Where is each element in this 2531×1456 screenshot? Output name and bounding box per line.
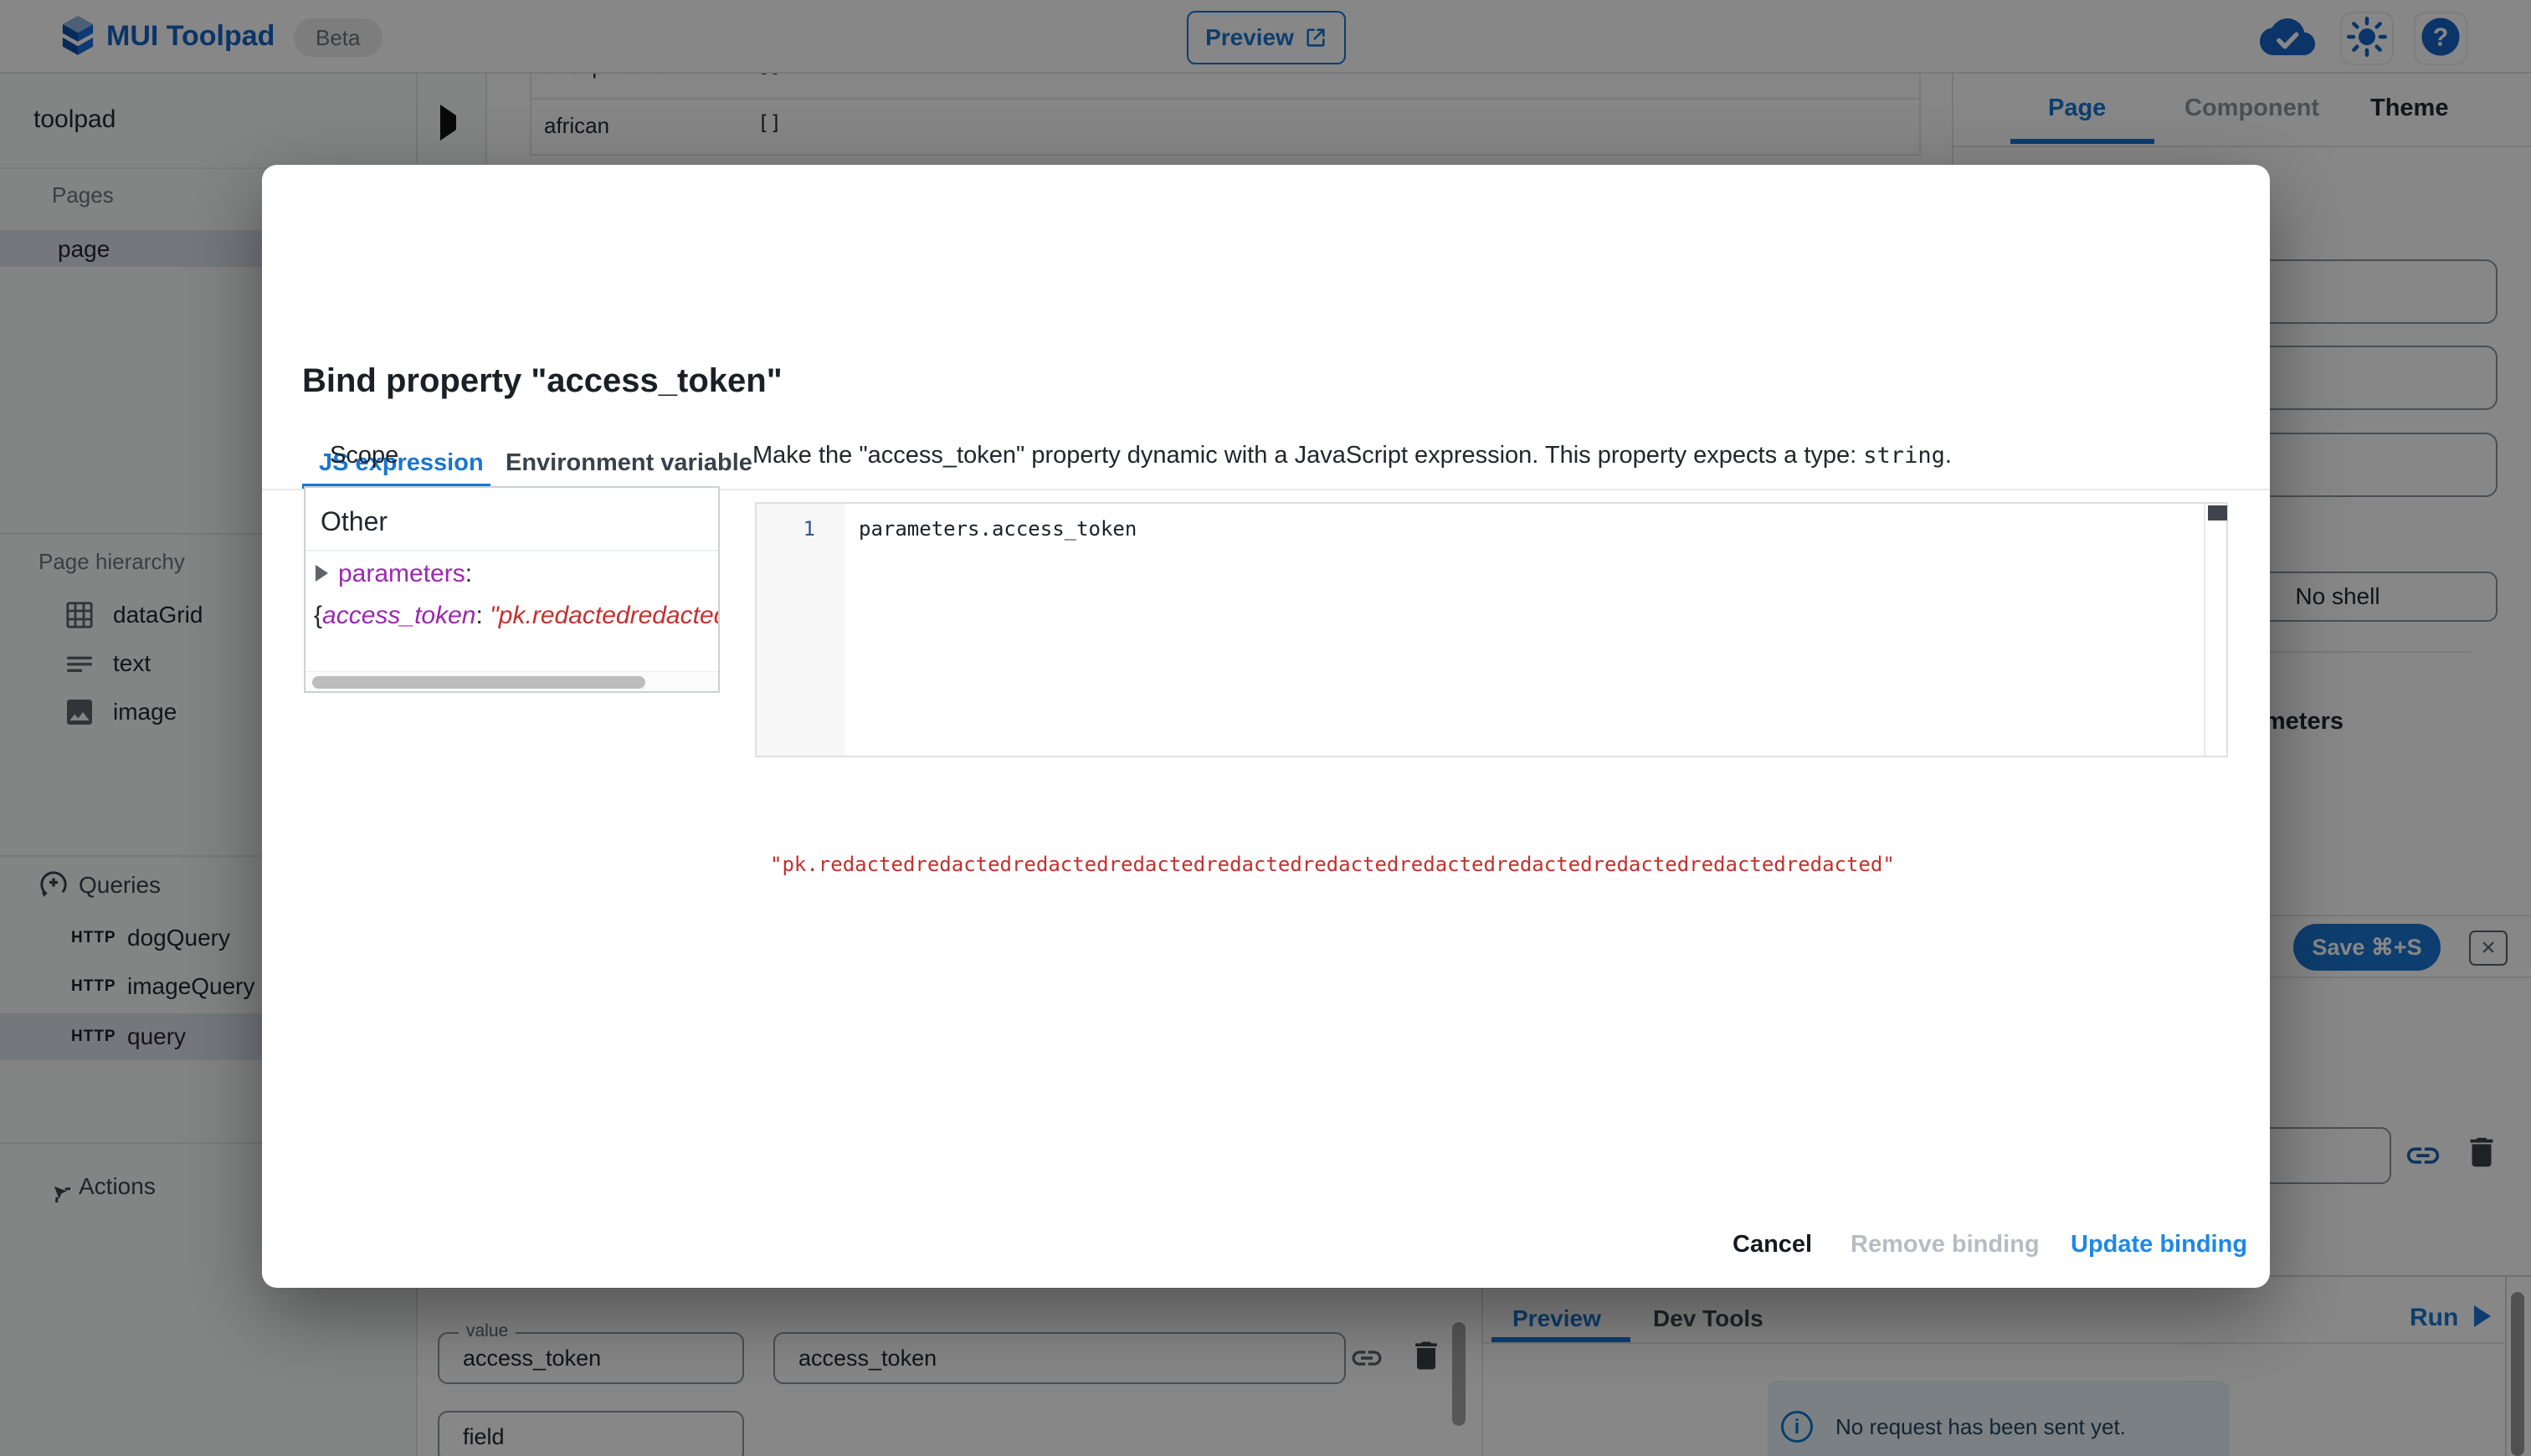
line-number: 1 <box>803 517 815 541</box>
horizontal-scrollbar-track <box>305 671 718 691</box>
overview-ruler-marker <box>2208 505 2227 520</box>
cancel-button[interactable]: Cancel <box>1733 1231 1812 1259</box>
toolpad-app-window: affenpinscher [] african [] MUI Toolpad … <box>0 0 2531 1456</box>
scope-tree-panel: Other parameters: {access_token: "pk.red… <box>304 486 720 693</box>
bind-property-dialog: Bind property "access_token" JS expressi… <box>262 165 2270 1288</box>
description-type: string <box>1863 443 1945 469</box>
kv-separator: : <box>475 602 490 629</box>
divider <box>305 550 718 551</box>
remove-binding-button[interactable]: Remove binding <box>1851 1231 2040 1259</box>
tree-colon: : <box>465 560 473 587</box>
horizontal-scrollbar-thumb[interactable] <box>312 676 645 689</box>
dialog-title: Bind property "access_token" <box>302 362 783 399</box>
dialog-description: Make the "access_token" property dynamic… <box>752 442 1952 469</box>
scope-label: Scope <box>330 442 399 469</box>
tree-node-parameters[interactable]: parameters: <box>316 560 472 588</box>
js-expression-editor[interactable]: 1 parameters.access_token <box>755 502 2228 757</box>
editor-code-line[interactable]: parameters.access_token <box>859 517 1137 541</box>
evaluated-result: "pk.redactedredactedredactedredactedreda… <box>770 853 1895 876</box>
tree-key: parameters <box>338 560 465 587</box>
tree-node-value-preview[interactable]: {access_token: "pk.redactedredactedredac… <box>314 602 718 630</box>
description-period: . <box>1944 442 1952 469</box>
tab-environment-variable[interactable]: Environment variable <box>506 449 752 477</box>
tree-subkey: access_token <box>322 602 476 629</box>
description-text: Make the "access_token" property dynamic… <box>752 442 1864 469</box>
expand-arrow-icon[interactable] <box>316 565 328 582</box>
scope-group-label: Other <box>321 506 388 536</box>
update-binding-button[interactable]: Update binding <box>2071 1231 2247 1259</box>
brace: { <box>314 602 323 629</box>
overview-ruler <box>2204 504 2205 756</box>
tree-string-value: "pk.redactedredactedredacted <box>490 602 718 629</box>
editor-gutter: 1 <box>757 504 845 756</box>
